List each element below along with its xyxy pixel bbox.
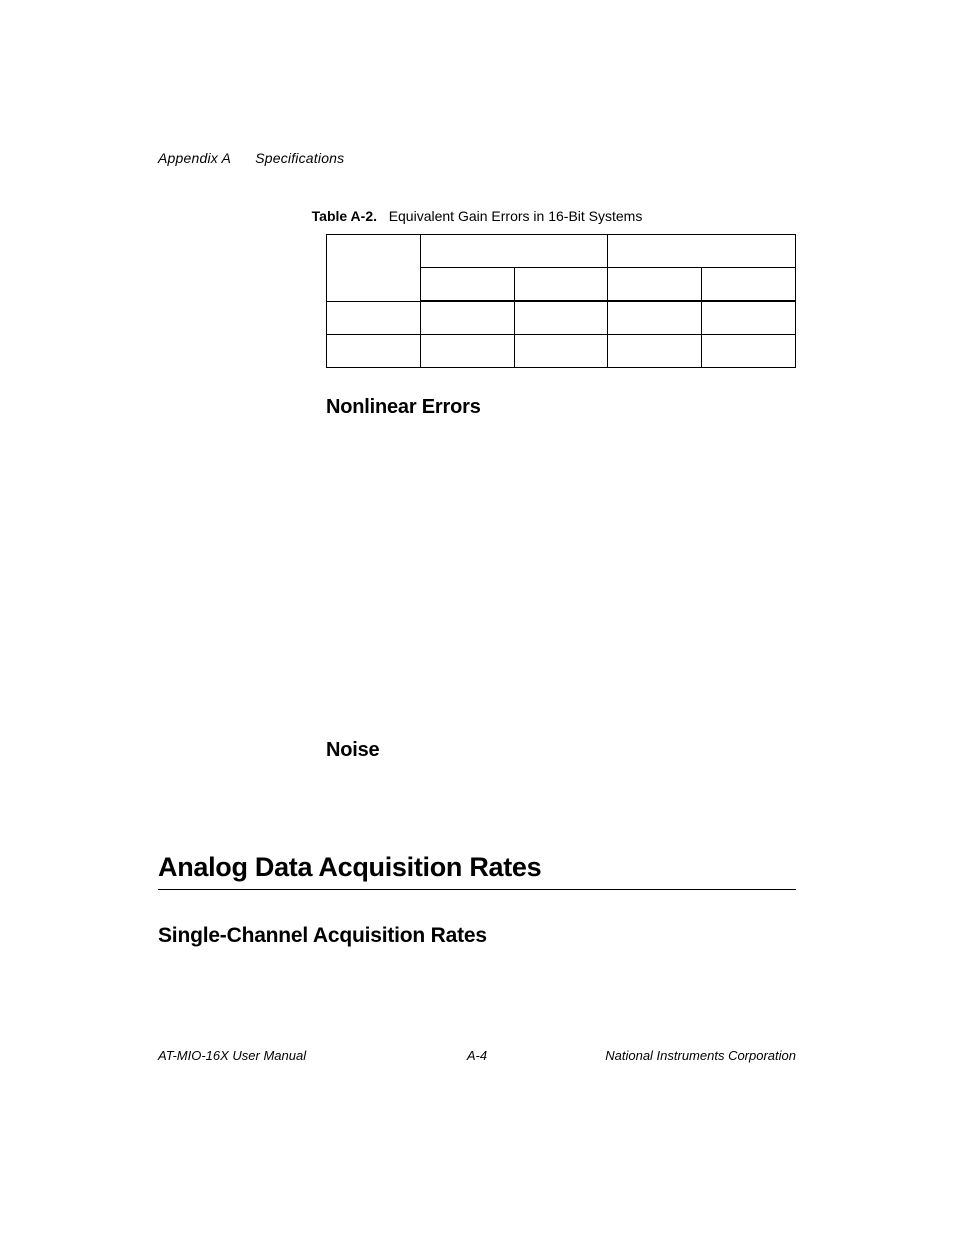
table-caption-label: Table A-2.	[312, 208, 377, 224]
table-cell	[608, 301, 702, 335]
table-cell	[327, 335, 421, 368]
table-header-cell	[608, 268, 702, 302]
heading-sub: Single-Channel Acquisition Rates	[158, 924, 796, 948]
table-header-cell	[514, 268, 608, 302]
table-header-cell	[702, 268, 796, 302]
table-caption-text: Equivalent Gain Errors in 16-Bit Systems	[389, 208, 643, 224]
table-cell	[420, 301, 514, 335]
table-cell	[514, 335, 608, 368]
table-cell	[608, 335, 702, 368]
table-cell	[702, 301, 796, 335]
table-row	[327, 301, 796, 335]
table-header-cell	[420, 235, 608, 268]
table-cell	[420, 335, 514, 368]
table-cell	[514, 301, 608, 335]
header-appendix: Appendix A	[158, 150, 231, 166]
data-table	[326, 234, 796, 368]
table-header-cell	[327, 235, 421, 302]
footer-center: A-4	[158, 1048, 796, 1063]
table-header-cell	[608, 235, 796, 268]
table-row	[327, 335, 796, 368]
page-footer: AT-MIO-16X User Manual A-4 National Inst…	[158, 1048, 796, 1063]
heading-main: Analog Data Acquisition Rates	[158, 852, 796, 890]
table-header-cell	[420, 268, 514, 302]
table-cell	[702, 335, 796, 368]
heading-noise: Noise	[326, 739, 796, 762]
table-cell	[327, 301, 421, 335]
table-header-row-1	[327, 235, 796, 268]
table-caption: Table A-2. Equivalent Gain Errors in 16-…	[158, 208, 796, 224]
heading-nonlinear-errors: Nonlinear Errors	[326, 396, 796, 419]
header-section: Specifications	[255, 150, 344, 166]
page-header: Appendix A Specifications	[158, 150, 796, 166]
